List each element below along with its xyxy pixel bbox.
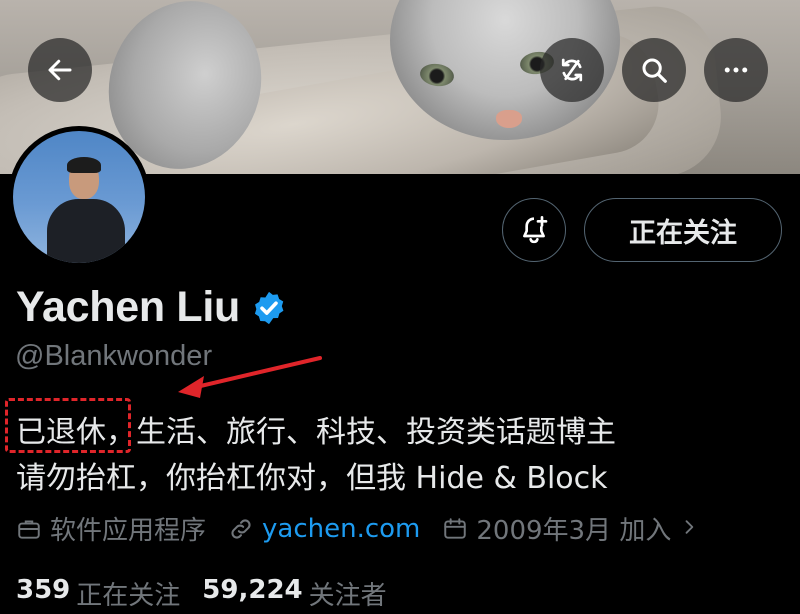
more-icon xyxy=(724,67,748,73)
following-stat[interactable]: 359 正在关注 xyxy=(16,575,180,612)
banner-cat-nose xyxy=(496,110,522,128)
arrow-left-icon xyxy=(48,59,72,81)
avatar-hair xyxy=(67,157,101,173)
search-icon xyxy=(642,58,667,83)
more-button[interactable] xyxy=(704,38,768,102)
joined-date: 2009年3月 加入 xyxy=(476,516,672,546)
link-icon xyxy=(231,518,251,539)
following-button[interactable]: 正在关注 xyxy=(584,198,782,262)
category-item: 软件应用程序 xyxy=(16,510,206,547)
annotation-arrow-icon xyxy=(178,356,322,398)
search-button[interactable] xyxy=(622,38,686,102)
website-item[interactable]: yachen.com xyxy=(228,514,420,544)
sync-off-button[interactable] xyxy=(540,38,604,102)
following-count: 359 xyxy=(16,575,71,605)
followers-label: 关注者 xyxy=(308,581,387,611)
bio-line-1-rest: 生活、旅行、科技、投资类话题博主 xyxy=(136,415,616,450)
profile-meta-row: 软件应用程序 yachen.com 2009年3月 加入 xyxy=(16,510,721,547)
joined-item[interactable]: 2009年3月 加入 xyxy=(442,510,699,547)
bell-plus-icon xyxy=(523,216,548,244)
back-button[interactable] xyxy=(28,38,92,102)
verified-badge-icon[interactable] xyxy=(250,289,288,327)
avatar-body xyxy=(47,199,125,263)
sync-off-icon xyxy=(561,58,583,82)
followers-stat[interactable]: 59,224 关注者 xyxy=(202,575,386,612)
notify-button[interactable] xyxy=(502,198,566,262)
annotation-dashed-box xyxy=(5,398,131,453)
avatar[interactable] xyxy=(8,126,150,268)
website-link[interactable]: yachen.com xyxy=(262,514,420,544)
followers-count: 59,224 xyxy=(202,575,303,605)
bio-line-2: 请勿抬杠，你抬杠你对，但我 Hide & Block xyxy=(16,461,608,496)
calendar-icon xyxy=(444,517,467,539)
display-name: Yachen Liu xyxy=(16,283,241,331)
avatar-photo xyxy=(13,131,145,263)
following-label: 正在关注 xyxy=(76,581,181,611)
category-label: 软件应用程序 xyxy=(50,516,207,546)
briefcase-icon xyxy=(18,519,40,539)
follow-stats: 359 正在关注 59,224 关注者 xyxy=(16,575,409,612)
display-name-row: Yachen Liu xyxy=(16,283,288,332)
chevron-right-icon xyxy=(679,514,699,544)
